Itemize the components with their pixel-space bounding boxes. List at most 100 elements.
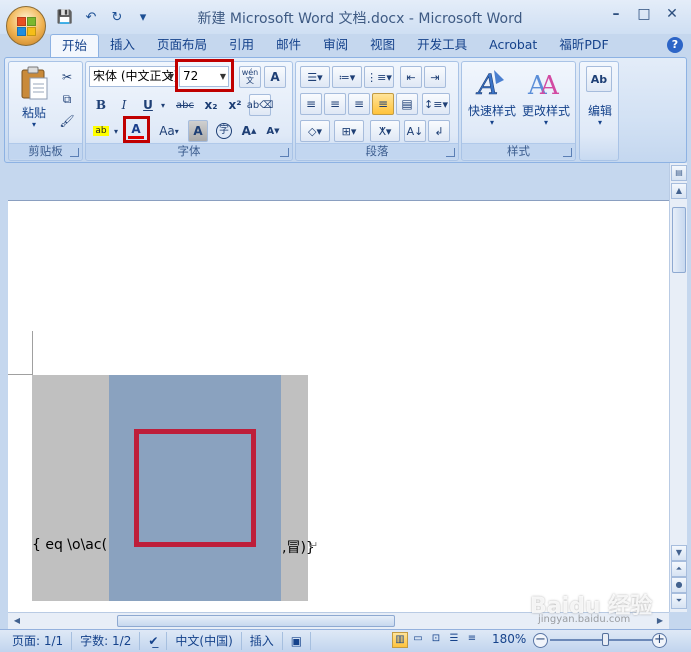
bold-button[interactable]: B: [91, 94, 111, 116]
editing-button[interactable]: 编辑: [580, 102, 620, 119]
align-center-button[interactable]: ≡: [324, 93, 346, 115]
next-page-icon[interactable]: ⏷: [671, 593, 687, 609]
full-screen-reading-view-icon[interactable]: ▭: [410, 632, 426, 648]
copy-icon[interactable]: ⧉: [57, 88, 77, 110]
paragraph-launcher-icon[interactable]: [446, 148, 455, 157]
scroll-down-icon[interactable]: ▼: [671, 545, 687, 561]
save-icon[interactable]: 💾: [54, 7, 76, 27]
strikethrough-button[interactable]: abc: [172, 94, 198, 116]
tab-references[interactable]: 引用: [218, 34, 265, 58]
subscript-button[interactable]: x₂: [200, 94, 222, 116]
language-indicator[interactable]: 中文(中国): [167, 632, 242, 650]
character-border-button[interactable]: A: [264, 66, 286, 88]
tab-mailings[interactable]: 邮件: [265, 34, 312, 58]
change-styles-dropdown-icon[interactable]: ▾: [518, 118, 574, 127]
print-layout-view-icon[interactable]: ▥: [392, 632, 408, 648]
document-page[interactable]: { eq \o\ac( ,冒)} ↵: [8, 200, 669, 612]
web-layout-view-icon[interactable]: ⊡: [428, 632, 444, 648]
sort-button[interactable]: A↓: [404, 120, 426, 142]
cut-icon[interactable]: ✂: [57, 66, 77, 88]
tab-view[interactable]: 视图: [359, 34, 406, 58]
office-button[interactable]: [6, 6, 46, 46]
multilevel-list-button[interactable]: ⋮≡▾: [364, 66, 394, 88]
paste-dropdown-icon[interactable]: ▾: [14, 120, 54, 129]
clear-formatting-icon[interactable]: ab⌫: [247, 94, 273, 116]
vertical-scrollbar[interactable]: ▤ ▲ ▼ ⏶ ● ⏷: [669, 163, 687, 612]
change-styles-button[interactable]: 更改样式: [518, 102, 574, 119]
tab-page-layout[interactable]: 页面布局: [146, 34, 218, 58]
chinese-layout-button[interactable]: ⵅ▾: [370, 120, 400, 142]
previous-page-icon[interactable]: ⏶: [671, 561, 687, 577]
clipboard-launcher-icon[interactable]: [70, 148, 79, 157]
distributed-button[interactable]: ▤: [396, 93, 418, 115]
borders-button[interactable]: ⊞▾: [334, 120, 364, 142]
close-button[interactable]: ✕: [659, 4, 685, 26]
scroll-right-icon[interactable]: ▶: [653, 614, 667, 628]
change-case-button[interactable]: Aa ▾: [156, 120, 182, 142]
scroll-left-icon[interactable]: ◀: [10, 614, 24, 628]
outline-view-icon[interactable]: ☰: [446, 632, 462, 648]
zoom-out-icon[interactable]: −: [533, 633, 548, 648]
quick-styles-icon[interactable]: A: [474, 66, 508, 100]
minimize-button[interactable]: –: [603, 4, 629, 26]
insert-mode[interactable]: 插入: [242, 632, 283, 650]
horizontal-scroll-thumb[interactable]: [117, 615, 395, 627]
quick-styles-dropdown-icon[interactable]: ▾: [464, 118, 520, 127]
proofing-icon[interactable]: ✔̲: [140, 632, 168, 650]
align-right-button[interactable]: ≡: [348, 93, 370, 115]
vertical-scroll-thumb[interactable]: [672, 207, 686, 273]
maximize-button[interactable]: □: [631, 4, 657, 26]
editing-dropdown-icon[interactable]: ▾: [580, 118, 620, 127]
line-spacing-button[interactable]: ↕≡▾: [422, 93, 450, 115]
help-icon[interactable]: ?: [667, 37, 683, 53]
zoom-slider[interactable]: [550, 639, 652, 641]
tab-foxit-pdf[interactable]: 福昕PDF: [548, 34, 619, 58]
font-name-combo[interactable]: 宋体 (中文正文) ▼: [89, 66, 177, 87]
zoom-level[interactable]: 180%: [492, 632, 526, 646]
quick-styles-button[interactable]: 快速样式: [464, 102, 520, 119]
increase-indent-button[interactable]: ⇥: [424, 66, 446, 88]
find-icon[interactable]: Ab: [586, 66, 612, 92]
redo-icon[interactable]: ↻: [106, 7, 128, 27]
bullets-button[interactable]: ☰▾: [300, 66, 330, 88]
browse-object-icon[interactable]: ●: [671, 577, 687, 593]
highlight-color-button[interactable]: ab: [91, 120, 111, 142]
scroll-up-icon[interactable]: ▲: [671, 183, 687, 199]
italic-button[interactable]: I: [114, 94, 134, 116]
change-styles-icon[interactable]: A A: [526, 66, 560, 100]
tab-developer[interactable]: 开发工具: [406, 34, 478, 58]
tab-home[interactable]: 开始: [50, 34, 100, 58]
align-left-button[interactable]: ≡: [300, 93, 322, 115]
enclose-characters-button[interactable]: 字: [213, 120, 235, 142]
ruler-toggle-icon[interactable]: ▤: [671, 165, 687, 181]
macro-recording-icon[interactable]: ▣: [283, 632, 312, 650]
decrease-indent-button[interactable]: ⇤: [400, 66, 422, 88]
tab-acrobat[interactable]: Acrobat: [478, 34, 548, 58]
field-code-text[interactable]: { eq \o\ac(: [32, 537, 107, 557]
show-marks-button[interactable]: ↲: [428, 120, 450, 142]
zoom-slider-thumb[interactable]: [602, 633, 609, 646]
styles-launcher-icon[interactable]: [563, 148, 572, 157]
grow-font-button[interactable]: A ▲: [238, 120, 260, 142]
highlight-dropdown-icon[interactable]: ▾: [111, 120, 121, 142]
paste-button[interactable]: 粘贴: [14, 104, 54, 121]
page-count[interactable]: 页面: 1/1: [4, 632, 73, 650]
undo-icon[interactable]: ↶: [80, 7, 102, 27]
shading-button[interactable]: ◇▾: [300, 120, 330, 142]
superscript-button[interactable]: x²: [224, 94, 246, 116]
font-name-dropdown-icon[interactable]: ▼: [168, 67, 174, 86]
draft-view-icon[interactable]: ≡: [464, 632, 480, 648]
paste-icon[interactable]: [19, 66, 49, 100]
underline-button[interactable]: U: [138, 94, 158, 116]
format-painter-icon[interactable]: 🖌: [57, 110, 77, 132]
underline-dropdown-icon[interactable]: ▾: [158, 94, 168, 116]
font-launcher-icon[interactable]: [280, 148, 289, 157]
tab-review[interactable]: 审阅: [312, 34, 359, 58]
phonetic-guide-button[interactable]: wén 文: [239, 66, 261, 88]
word-count[interactable]: 字数: 1/2: [72, 632, 141, 650]
zoom-in-icon[interactable]: +: [652, 633, 667, 648]
tab-insert[interactable]: 插入: [99, 34, 146, 58]
justify-button[interactable]: ≡: [372, 93, 394, 115]
numbering-button[interactable]: ≔▾: [332, 66, 362, 88]
shrink-font-button[interactable]: A ▼: [262, 120, 284, 142]
